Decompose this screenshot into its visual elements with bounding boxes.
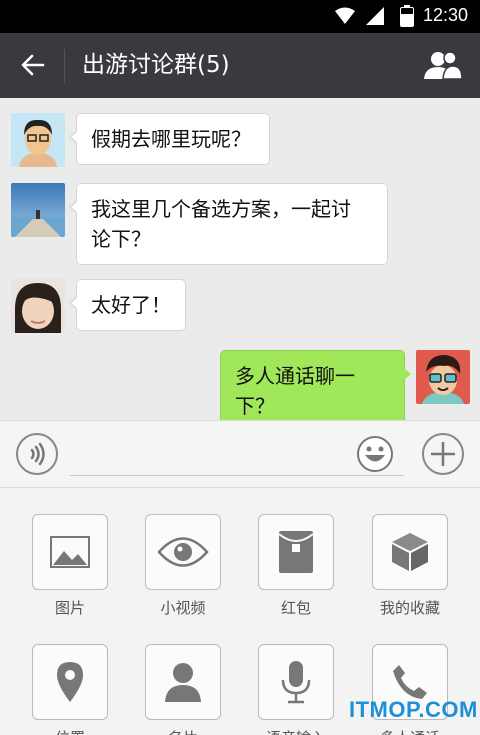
clock-time: 12:30 bbox=[422, 5, 468, 25]
panel-item-label: 位置 bbox=[15, 727, 125, 735]
battery-icon bbox=[400, 5, 414, 27]
avatar[interactable] bbox=[416, 350, 470, 404]
red-packet-icon bbox=[278, 531, 314, 573]
title-divider bbox=[64, 49, 65, 83]
chat-title: 出游讨论群(5) bbox=[82, 52, 230, 78]
message-bubble-received[interactable]: 假期去哪里玩呢？ bbox=[69, 113, 270, 165]
location-pin-icon bbox=[57, 662, 83, 702]
avatar[interactable] bbox=[11, 113, 65, 167]
panel-item-label: 我的收藏 bbox=[379, 599, 440, 617]
back-arrow-icon[interactable] bbox=[20, 52, 46, 78]
panel-item-red-packet[interactable] bbox=[258, 514, 334, 590]
watermark: ITMOP.COM bbox=[349, 697, 478, 722]
panel-item-label: 小视频 bbox=[160, 599, 206, 617]
panel-item-label: 红包 bbox=[280, 599, 311, 617]
panel-item-label: 语音输入 bbox=[241, 727, 351, 735]
microphone-icon bbox=[281, 661, 311, 704]
message-text: 多人通话聊一下？ bbox=[235, 364, 355, 418]
message-text: 太好了！ bbox=[91, 293, 171, 317]
message-text: 我这里几个备选方案，一起讨 bbox=[91, 197, 351, 221]
more-actions-button[interactable] bbox=[422, 433, 464, 475]
phone-icon bbox=[393, 665, 427, 699]
avatar[interactable] bbox=[11, 183, 65, 237]
cube-icon bbox=[392, 533, 428, 571]
status-bar: 12:30 bbox=[0, 0, 480, 33]
eye-icon bbox=[157, 537, 209, 567]
message-bubble-received[interactable]: 太好了！ bbox=[69, 279, 186, 331]
wifi-icon bbox=[335, 7, 355, 24]
group-members-icon[interactable] bbox=[423, 50, 463, 80]
input-bar bbox=[0, 420, 480, 488]
panel-item-image[interactable] bbox=[32, 514, 108, 590]
emoji-icon[interactable] bbox=[356, 435, 394, 473]
message-list[interactable]: 假期去哪里玩呢？ 我这里几个备选方案，一起讨 论下？ 太好了！ 多人通话聊一下？ bbox=[0, 98, 480, 432]
title-bar: 出游讨论群(5) bbox=[0, 33, 480, 98]
person-icon bbox=[165, 663, 201, 702]
panel-item-favorites[interactable] bbox=[372, 514, 448, 590]
panel-item-voice-input[interactable] bbox=[258, 644, 334, 720]
panel-item-label: 名片 bbox=[128, 727, 238, 735]
message-text: 论下？ bbox=[91, 227, 151, 251]
message-bubble-received[interactable]: 我这里几个备选方案，一起讨 论下？ bbox=[69, 183, 388, 265]
panel-item-location[interactable] bbox=[32, 644, 108, 720]
plus-icon bbox=[431, 442, 455, 466]
panel-item-label: 图片 bbox=[54, 599, 85, 617]
message-input[interactable] bbox=[70, 435, 404, 475]
image-icon bbox=[50, 536, 90, 568]
input-underline bbox=[70, 475, 404, 476]
signal-icon bbox=[366, 7, 384, 25]
panel-item-contact-card[interactable] bbox=[145, 644, 221, 720]
voice-icon bbox=[30, 442, 45, 466]
voice-mode-button[interactable] bbox=[16, 433, 58, 475]
avatar[interactable] bbox=[11, 279, 65, 333]
panel-item-video[interactable] bbox=[145, 514, 221, 590]
panel-item-label: 多人通话 bbox=[355, 727, 465, 735]
message-text: 假期去哪里玩呢？ bbox=[91, 127, 251, 151]
